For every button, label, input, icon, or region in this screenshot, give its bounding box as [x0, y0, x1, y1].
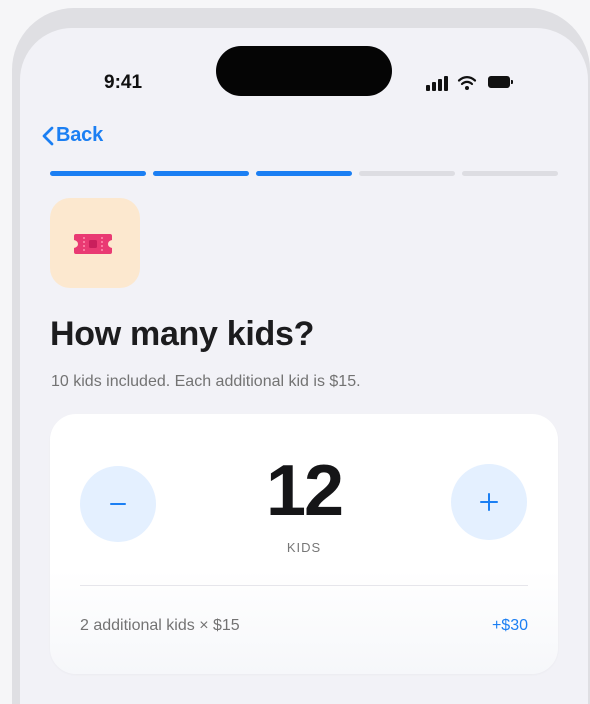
- phone-screen: 9:41 Back How many kids? 10 kids include…: [20, 28, 588, 704]
- ticket-icon: [72, 232, 114, 256]
- kids-counter-card: 12 KIDS 2 additional kids × $15 +$30: [50, 414, 558, 674]
- progress-step-3: [256, 171, 352, 176]
- progress-step-4: [359, 171, 455, 176]
- progress-steps: [50, 171, 558, 176]
- cellular-signal-icon: [426, 75, 448, 91]
- card-divider: [80, 585, 528, 586]
- back-label: Back: [56, 124, 104, 146]
- wifi-icon: [457, 75, 477, 91]
- progress-step-1: [50, 171, 146, 176]
- app-stage: 9:41 Back How many kids? 10 kids include…: [0, 0, 590, 704]
- ticket-icon-tile: [50, 198, 140, 288]
- page-title: How many kids?: [50, 315, 315, 353]
- back-button[interactable]: Back: [42, 124, 103, 147]
- battery-icon: [488, 76, 514, 89]
- progress-step-2: [153, 171, 249, 176]
- kids-unit-label: KIDS: [286, 540, 322, 555]
- status-time: 9:41: [104, 72, 143, 93]
- status-icons: [418, 75, 538, 95]
- additional-fee-amount: +$30: [491, 617, 528, 634]
- progress-step-5: [462, 171, 558, 176]
- plus-icon: [480, 493, 498, 511]
- page-subtitle: 10 kids included. Each additional kid is…: [51, 373, 361, 390]
- status-bar: 9:41: [20, 28, 588, 98]
- increment-button[interactable]: [451, 464, 527, 540]
- additional-fee-description: 2 additional kids × $15: [80, 617, 240, 634]
- dynamic-island: [216, 46, 392, 96]
- chevron-left-icon: [42, 126, 54, 146]
